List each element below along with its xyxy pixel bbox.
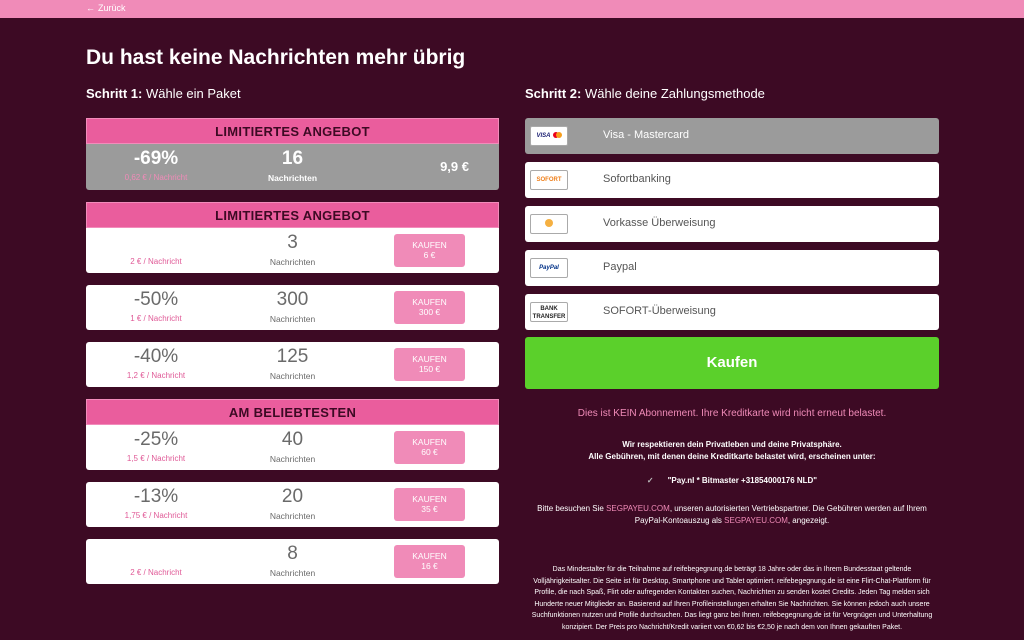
sofort-logo-icon: SOFORT xyxy=(530,170,568,190)
package-price-per-message: 1,5 € / Nachricht xyxy=(126,454,186,463)
billing-descriptor: ✓ "Pay.nl * Bitmaster +31854000176 NLD" xyxy=(525,476,939,485)
payment-option-sofort-ueberweisung[interactable]: BANK TRANSFER SOFORT-Überweisung xyxy=(525,294,939,330)
package-list: LIMITIERTES ANGEBOT -69% 0,62 € / Nachri… xyxy=(86,118,499,584)
package-count-label: Nachrichten xyxy=(269,454,316,464)
buy-button[interactable]: KAUFEN 6 € xyxy=(394,234,465,267)
package-count: 3 xyxy=(287,232,298,253)
payment-label: SOFORT-Überweisung xyxy=(603,305,716,317)
payment-methods: VISA Visa - Mastercard SOFORT Sofortbank… xyxy=(525,118,939,338)
package-count-label: Nachrichten xyxy=(267,173,318,183)
package-row[interactable]: 2 € / Nachricht 3 Nachrichten KAUFEN 6 € xyxy=(86,228,499,273)
page-title: Du hast keine Nachrichten mehr übrig xyxy=(86,46,466,69)
check-icon: ✓ xyxy=(646,476,654,485)
package-count-label: Nachrichten xyxy=(269,257,316,267)
package-discount: -13% xyxy=(133,486,179,507)
payment-label: Paypal xyxy=(603,261,637,273)
payment-label: Visa - Mastercard xyxy=(603,129,689,141)
visit-note: Bitte besuchen Sie SEGPAYEU.COM, unseren… xyxy=(537,504,927,525)
package-row[interactable]: -50% 1 € / Nachricht 300 Nachrichten KAU… xyxy=(86,285,499,330)
package-count: 125 xyxy=(276,346,309,367)
package-row[interactable]: 2 € / Nachricht 8 Nachrichten KAUFEN 16 € xyxy=(86,539,499,584)
package-selected[interactable]: -69% 0,62 € / Nachricht 16 Nachrichten 9… xyxy=(86,144,499,190)
payment-option-paypal[interactable]: PayPal Paypal xyxy=(525,250,939,286)
package-price-per-message: 0,62 € / Nachricht xyxy=(124,173,188,182)
package-row[interactable]: -40% 1,2 € / Nachricht 125 Nachrichten K… xyxy=(86,342,499,387)
payment-option-sofortbanking[interactable]: SOFORT Sofortbanking xyxy=(525,162,939,198)
package-price-per-message: 2 € / Nachricht xyxy=(130,568,182,577)
bank-transfer-logo-icon xyxy=(530,214,568,234)
package-count: 16 xyxy=(281,148,304,169)
package-count: 8 xyxy=(287,543,298,564)
package-price-per-message: 1,75 € / Nachricht xyxy=(124,511,188,520)
package-price: 9,9 € xyxy=(440,159,469,174)
package-discount: -69% xyxy=(133,148,179,169)
package-discount: -50% xyxy=(133,289,179,310)
step1-heading: Schritt 1: Wähle ein Paket xyxy=(86,86,241,101)
package-row[interactable]: -25% 1,5 € / Nachricht 40 Nachrichten KA… xyxy=(86,425,499,470)
payment-option-visa[interactable]: VISA Visa - Mastercard xyxy=(525,118,939,154)
segpay-link[interactable]: SEGPAYEU.COM xyxy=(606,504,670,513)
package-count-label: Nachrichten xyxy=(269,568,316,578)
package-price-per-message: 1 € / Nachricht xyxy=(130,314,182,323)
buy-button[interactable]: KAUFEN 300 € xyxy=(394,291,465,324)
back-link[interactable]: ← Zurück xyxy=(86,3,126,13)
back-label: Zurück xyxy=(98,3,126,13)
offer-banner: LIMITIERTES ANGEBOT xyxy=(86,202,499,228)
visa-mastercard-logo-icon: VISA xyxy=(530,126,568,146)
offer-banner: LIMITIERTES ANGEBOT xyxy=(86,118,499,144)
package-count: 20 xyxy=(281,486,304,507)
package-count-label: Nachrichten xyxy=(269,314,316,324)
arrow-left-icon: ← xyxy=(86,3,95,13)
package-count-label: Nachrichten xyxy=(269,511,316,521)
buy-button[interactable]: KAUFEN 35 € xyxy=(394,488,465,521)
package-discount: -25% xyxy=(133,429,179,450)
privacy-note: Wir respektieren dein Privatleben und de… xyxy=(588,440,876,461)
package-row[interactable]: -13% 1,75 € / Nachricht 20 Nachrichten K… xyxy=(86,482,499,527)
no-subscription-note: Dies ist KEIN Abonnement. Ihre Kreditkar… xyxy=(577,408,887,419)
package-price-per-message: 1,2 € / Nachricht xyxy=(126,371,186,380)
package-discount: -40% xyxy=(133,346,179,367)
legal-text: Das Mindestalter für die Teilnahme auf r… xyxy=(531,566,933,631)
package-count: 300 xyxy=(276,289,309,310)
package-count-label: Nachrichten xyxy=(269,371,316,381)
kaufen-button[interactable]: Kaufen xyxy=(525,337,939,389)
payment-option-vorkasse[interactable]: Vorkasse Überweisung xyxy=(525,206,939,242)
buy-button[interactable]: KAUFEN 16 € xyxy=(394,545,465,578)
top-bar: ← Zurück xyxy=(0,0,1024,18)
package-count: 40 xyxy=(281,429,304,450)
bank-transfer-logo-icon: BANK TRANSFER xyxy=(530,302,568,322)
step2-heading: Schritt 2: Wähle deine Zahlungsmethode xyxy=(525,86,765,101)
payment-label: Vorkasse Überweisung xyxy=(603,217,716,229)
package-price-per-message: 2 € / Nachricht xyxy=(130,257,182,266)
popular-banner: AM BELIEBTESTEN xyxy=(86,399,499,425)
payment-label: Sofortbanking xyxy=(603,173,671,185)
paypal-logo-icon: PayPal xyxy=(530,258,568,278)
buy-button[interactable]: KAUFEN 150 € xyxy=(394,348,465,381)
buy-button[interactable]: KAUFEN 60 € xyxy=(394,431,465,464)
segpay-link[interactable]: SEGPAYEU.COM xyxy=(724,516,788,525)
descriptor-text: "Pay.nl * Bitmaster +31854000176 NLD" xyxy=(667,476,818,485)
